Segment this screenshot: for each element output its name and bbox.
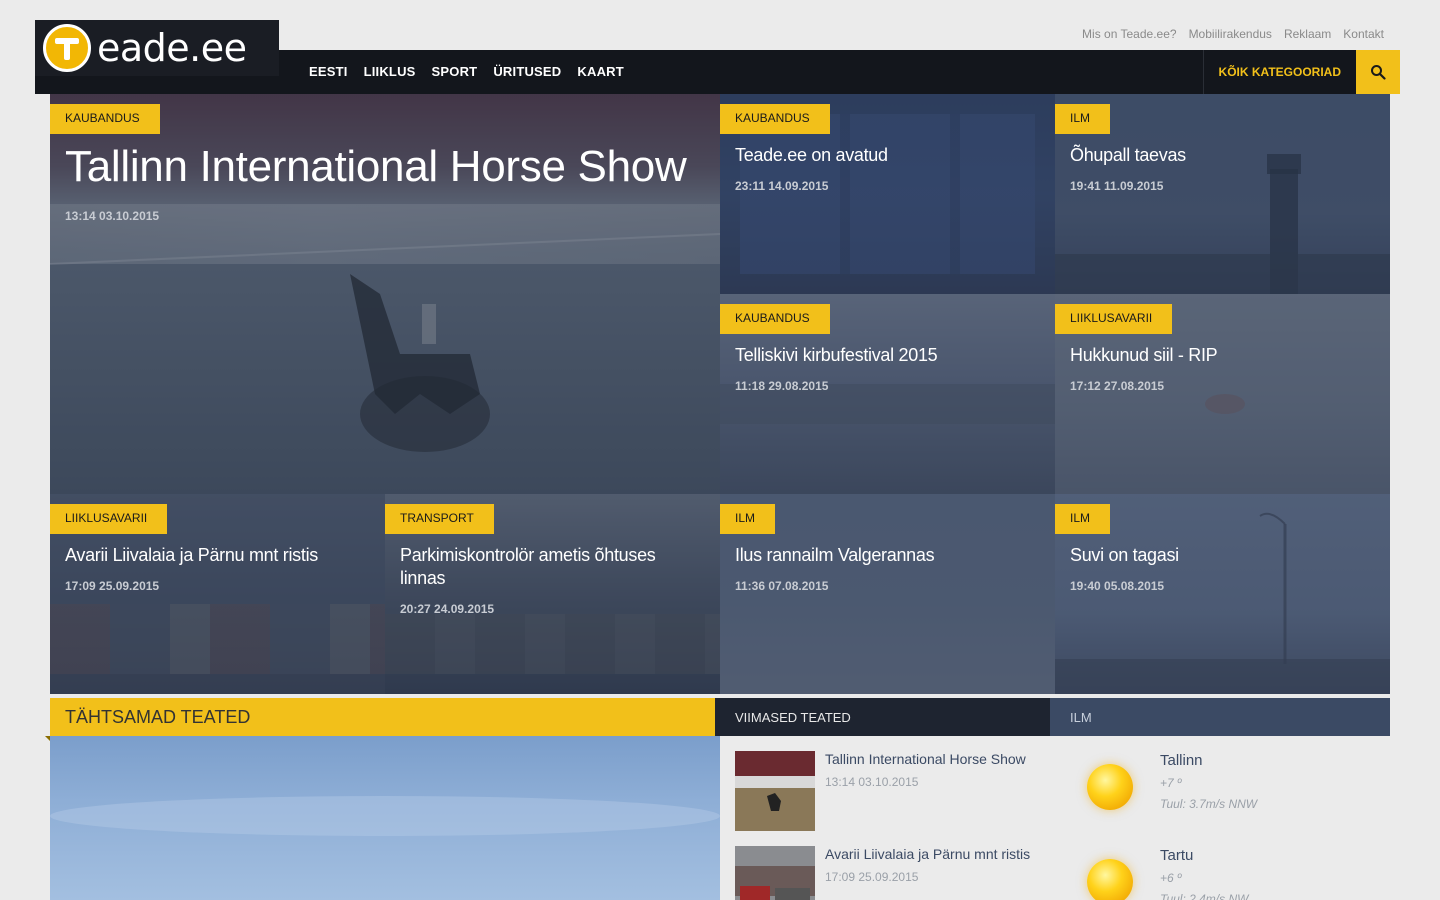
news-tile[interactable]: ILM Õhupall taevas 19:41 11.09.2015 xyxy=(1055,94,1390,294)
link-mobile-app[interactable]: Mobiilirakendus xyxy=(1189,27,1272,41)
category-tag[interactable]: TRANSPORT xyxy=(385,504,494,534)
nav-uritused[interactable]: ÜRITUSED xyxy=(493,64,561,79)
section-important-header: TÄHTSAMAD TEATED xyxy=(45,698,715,741)
news-title[interactable]: Avarii Liivalaia ja Pärnu mnt ristis xyxy=(825,846,1065,862)
latest-news-item[interactable]: Avarii Liivalaia ja Pärnu mnt ristis 17:… xyxy=(735,846,1055,900)
news-title[interactable]: Tallinn International Horse Show xyxy=(825,751,1065,767)
top-links: Mis on Teade.ee? Mobiilirakendus Reklaam… xyxy=(1082,27,1384,41)
news-tile[interactable]: LIIKLUSAVARII Avarii Liivalaia ja Pärnu … xyxy=(50,494,385,694)
tile-title[interactable]: Telliskivi kirbufestival 2015 xyxy=(735,344,1035,367)
tile-date: 11:18 29.08.2015 xyxy=(735,379,829,393)
weather-city[interactable]: Tartu xyxy=(1160,847,1193,864)
search-icon xyxy=(1371,65,1386,80)
logo-text: eade.ee xyxy=(97,26,247,70)
tile-title[interactable]: Avarii Liivalaia ja Pärnu mnt ristis xyxy=(65,544,365,567)
news-date: 17:09 25.09.2015 xyxy=(825,870,919,884)
tile-title[interactable]: Teade.ee on avatud xyxy=(735,144,1035,167)
nav-liiklus[interactable]: LIIKLUS xyxy=(364,64,416,79)
category-tag[interactable]: ILM xyxy=(1055,504,1111,539)
category-tag[interactable]: LIIKLUSAVARII xyxy=(1055,304,1173,339)
featured-tile[interactable]: KAUBANDUS Tallinn International Horse Sh… xyxy=(50,94,720,494)
nav-eesti[interactable]: EESTI xyxy=(309,64,348,79)
news-thumbnail[interactable] xyxy=(735,751,815,831)
site-logo[interactable]: eade.ee xyxy=(35,20,279,76)
sun-icon xyxy=(1087,764,1133,810)
tile-date: 23:11 14.09.2015 xyxy=(735,179,829,193)
weather-city[interactable]: Tallinn xyxy=(1160,752,1203,769)
weather-wind: Tuul: 2.4m/s NW xyxy=(1160,892,1249,900)
category-tag[interactable]: KAUBANDUS xyxy=(720,304,830,334)
tile-date: 19:41 11.09.2015 xyxy=(1070,179,1164,193)
news-tile[interactable]: TRANSPORT Parkimiskontrolör ametis õhtus… xyxy=(385,494,720,694)
category-tag[interactable]: LIIKLUSAVARII xyxy=(50,504,168,539)
link-advertising[interactable]: Reklaam xyxy=(1284,27,1331,41)
weather-item: Tartu +6 º Tuul: 2.4m/s NW xyxy=(1075,847,1375,900)
link-contact[interactable]: Kontakt xyxy=(1343,27,1384,41)
tile-title[interactable]: Suvi on tagasi xyxy=(1070,544,1370,567)
weather-temp: +7 º xyxy=(1160,776,1182,790)
logo-icon xyxy=(43,24,91,72)
tile-date: 17:09 25.09.2015 xyxy=(65,579,160,593)
tile-date: 13:14 03.10.2015 xyxy=(65,209,160,223)
nav-sport[interactable]: SPORT xyxy=(432,64,478,79)
category-tag[interactable]: ILM xyxy=(720,504,776,539)
tile-date: 20:27 24.09.2015 xyxy=(400,602,495,616)
tile-title[interactable]: Ilus rannailm Valgerannas xyxy=(735,544,1035,567)
tile-title[interactable]: Hukkunud siil - RIP xyxy=(1070,344,1370,367)
link-about[interactable]: Mis on Teade.ee? xyxy=(1082,27,1177,41)
news-tile[interactable]: KAUBANDUS Teade.ee on avatud 23:11 14.09… xyxy=(720,94,1055,294)
category-tag[interactable]: ILM xyxy=(1055,104,1111,139)
category-tag[interactable]: KAUBANDUS xyxy=(720,104,830,134)
tile-title[interactable]: Parkimiskontrolör ametis õhtuses linnas xyxy=(400,544,700,590)
category-tag[interactable]: KAUBANDUS xyxy=(50,104,160,134)
sun-icon xyxy=(1087,859,1133,900)
nav-kaart[interactable]: KAART xyxy=(577,64,624,79)
news-tile[interactable]: ILM Ilus rannailm Valgerannas 11:36 07.0… xyxy=(720,494,1055,694)
news-tile[interactable]: ILM Suvi on tagasi 19:40 05.08.2015 xyxy=(1055,494,1390,694)
news-thumbnail[interactable] xyxy=(735,846,815,900)
tile-date: 17:12 27.08.2015 xyxy=(1070,379,1165,393)
weather-wind: Tuul: 3.7m/s NNW xyxy=(1160,797,1258,811)
news-tile[interactable]: LIIKLUSAVARII Hukkunud siil - RIP 17:12 … xyxy=(1055,294,1390,494)
tile-date: 19:40 05.08.2015 xyxy=(1070,579,1165,593)
section-latest-header: VIIMASED TEATED xyxy=(715,698,1050,736)
tile-date: 11:36 07.08.2015 xyxy=(735,579,829,593)
search-button[interactable] xyxy=(1356,50,1400,94)
weather-item: Tallinn +7 º Tuul: 3.7m/s NNW xyxy=(1075,752,1375,832)
section-weather-header: ILM xyxy=(1050,698,1390,736)
news-tile[interactable]: KAUBANDUS Telliskivi kirbufestival 2015 … xyxy=(720,294,1055,494)
important-news-image[interactable] xyxy=(50,736,720,900)
tile-title[interactable]: Tallinn International Horse Show xyxy=(65,142,700,192)
latest-news-item[interactable]: Tallinn International Horse Show 13:14 0… xyxy=(735,751,1055,831)
tile-title[interactable]: Õhupall taevas xyxy=(1070,144,1370,167)
weather-temp: +6 º xyxy=(1160,871,1182,885)
all-categories-button[interactable]: KÕIK KATEGOORIAD xyxy=(1202,50,1356,94)
news-date: 13:14 03.10.2015 xyxy=(825,775,919,789)
nav-menu: EESTI LIIKLUS SPORT ÜRITUSED KAART xyxy=(309,64,624,79)
